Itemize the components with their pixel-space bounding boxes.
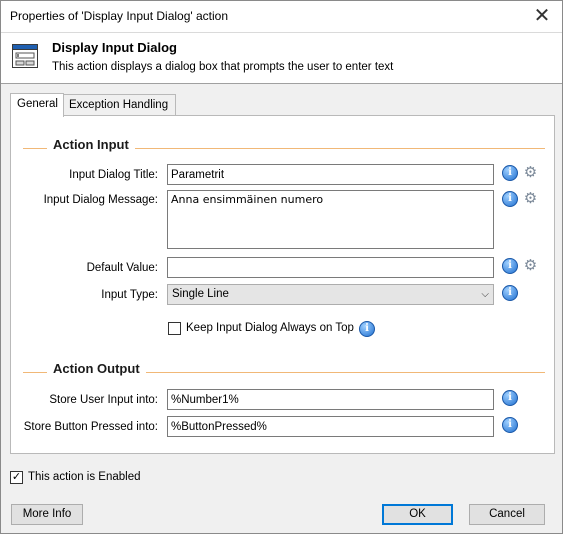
keep-on-top-checkbox[interactable] <box>168 322 181 335</box>
action-output-heading: Action Output <box>47 361 146 376</box>
ok-button[interactable]: OK <box>382 504 453 525</box>
chevron-down-icon: ⌵ <box>481 289 489 300</box>
default-value-label: Default Value: <box>86 262 158 274</box>
input-type-selected-value: Single Line <box>172 288 229 300</box>
title-bar[interactable]: Properties of 'Display Input Dialog' act… <box>1 1 562 32</box>
action-input-heading: Action Input <box>47 137 135 152</box>
general-tab-panel: Action Input Input Dialog Title: Paramet… <box>10 115 555 454</box>
info-icon[interactable]: i <box>502 285 518 301</box>
store-user-input-field[interactable]: %Number1% <box>167 389 494 410</box>
input-type-label: Input Type: <box>101 289 158 301</box>
action-enabled-label[interactable]: This action is Enabled <box>28 471 141 483</box>
info-icon[interactable]: i <box>502 417 518 433</box>
store-button-pressed-field[interactable]: %ButtonPressed% <box>167 416 494 437</box>
info-icon[interactable]: i <box>502 390 518 406</box>
action-enabled-checkbox[interactable]: ✓ <box>10 471 23 484</box>
input-dialog-title-label: Input Dialog Title: <box>69 169 158 181</box>
dialog-window-icon <box>12 44 38 68</box>
info-icon[interactable]: i <box>502 191 518 207</box>
store-button-pressed-label: Store Button Pressed into: <box>23 421 158 433</box>
action-title: Display Input Dialog <box>52 40 177 55</box>
info-icon[interactable]: i <box>502 165 518 181</box>
input-type-select[interactable]: Single Line ⌵ <box>167 284 494 305</box>
store-user-input-label: Store User Input into: <box>49 394 158 406</box>
input-dialog-message-field[interactable]: Anna ensimmäinen numero <box>167 190 494 249</box>
info-icon[interactable]: i <box>502 258 518 274</box>
default-value-field[interactable] <box>167 257 494 278</box>
tab-general[interactable]: General <box>10 93 64 117</box>
cancel-button[interactable]: Cancel <box>469 504 545 525</box>
action-header: Display Input Dialog This action display… <box>1 32 562 84</box>
variables-gear-icon[interactable]: ⚙ <box>523 191 538 206</box>
more-info-button[interactable]: More Info <box>11 504 83 525</box>
keep-on-top-label[interactable]: Keep Input Dialog Always on Top <box>186 322 354 334</box>
tab-exception-handling[interactable]: Exception Handling <box>62 94 176 116</box>
close-icon[interactable]: ✕ <box>528 3 556 29</box>
input-dialog-title-field[interactable]: Parametrit <box>167 164 494 185</box>
info-icon[interactable]: i <box>359 321 375 337</box>
variables-gear-icon[interactable]: ⚙ <box>523 165 538 180</box>
window-title: Properties of 'Display Input Dialog' act… <box>10 9 229 23</box>
properties-dialog: Properties of 'Display Input Dialog' act… <box>0 0 563 534</box>
variables-gear-icon[interactable]: ⚙ <box>523 258 538 273</box>
action-description: This action displays a dialog box that p… <box>52 61 394 73</box>
input-dialog-message-label: Input Dialog Message: <box>43 194 158 206</box>
